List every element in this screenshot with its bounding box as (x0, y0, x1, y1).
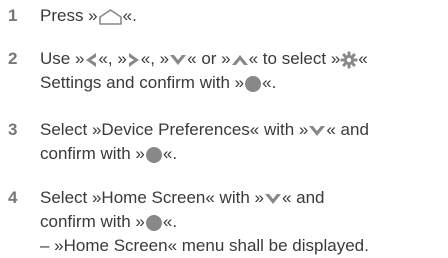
step-text-fragment: « to select » (248, 49, 341, 68)
step-line: confirm with » «. (40, 210, 440, 234)
step-text-fragment: Settings and confirm with » (40, 73, 245, 92)
step-line: Use » «, » «, » « or » « to select » « (40, 47, 440, 71)
step-text: Press » «. (40, 4, 440, 28)
step-text-fragment: « (358, 49, 368, 68)
step-text-fragment: « or » (187, 49, 231, 68)
gear-icon (340, 51, 358, 69)
ok-button-icon (145, 214, 163, 232)
arrow-down-icon (169, 53, 187, 67)
step-text: Use » «, » «, » « or » « to select » « Settin… (40, 47, 440, 95)
ok-button-icon (244, 75, 262, 93)
arrow-down-icon (264, 192, 282, 206)
arrow-up-icon (231, 53, 249, 67)
step-text: Select »Home Screen« with » « and confirm … (40, 186, 440, 258)
step-text-fragment: «. (162, 144, 178, 163)
step-number: 2 (8, 49, 18, 68)
step-number: 3 (8, 120, 18, 139)
instruction-steps: 1 Press » «. 2 Use » «, » «, » « or » « to selec… (0, 0, 448, 255)
step-text-fragment: « and (281, 188, 325, 207)
step-text: Select »Device Preferences« with » « and c… (40, 118, 440, 166)
step-text-fragment: « and (326, 120, 369, 139)
step-text-fragment: Press » (40, 6, 98, 25)
step-text-fragment: confirm with » (40, 212, 145, 231)
step-result-note: – »Home Screen« menu shall be displayed. (40, 236, 369, 255)
step-number: 4 (8, 188, 18, 207)
arrow-left-icon (84, 52, 98, 68)
step-text-fragment: confirm with » (40, 144, 145, 163)
step-number: 1 (8, 6, 18, 25)
step-text-fragment: «. (162, 212, 178, 231)
step-text-fragment: Select »Device Preferences« with » (40, 120, 309, 139)
ok-button-icon (145, 146, 163, 164)
step-line: Settings and confirm with » «. (40, 71, 440, 95)
step-text-fragment: «, » (140, 49, 170, 68)
step-text-fragment: «, » (98, 49, 127, 68)
step-line: Select »Home Screen« with » « and (40, 186, 440, 210)
step-text-fragment: «. (262, 73, 277, 92)
step-line: Select »Device Preferences« with » « and (40, 118, 440, 142)
arrow-down-icon (308, 124, 326, 138)
arrow-right-icon (127, 52, 141, 68)
step-text-fragment: Select »Home Screen« with » (40, 188, 264, 207)
step-line: confirm with » «. (40, 142, 440, 166)
home-icon (98, 8, 123, 26)
step-text-fragment: Use » (40, 49, 85, 68)
step-line: Press » «. (40, 4, 440, 28)
step-text-fragment: «. (122, 6, 137, 25)
